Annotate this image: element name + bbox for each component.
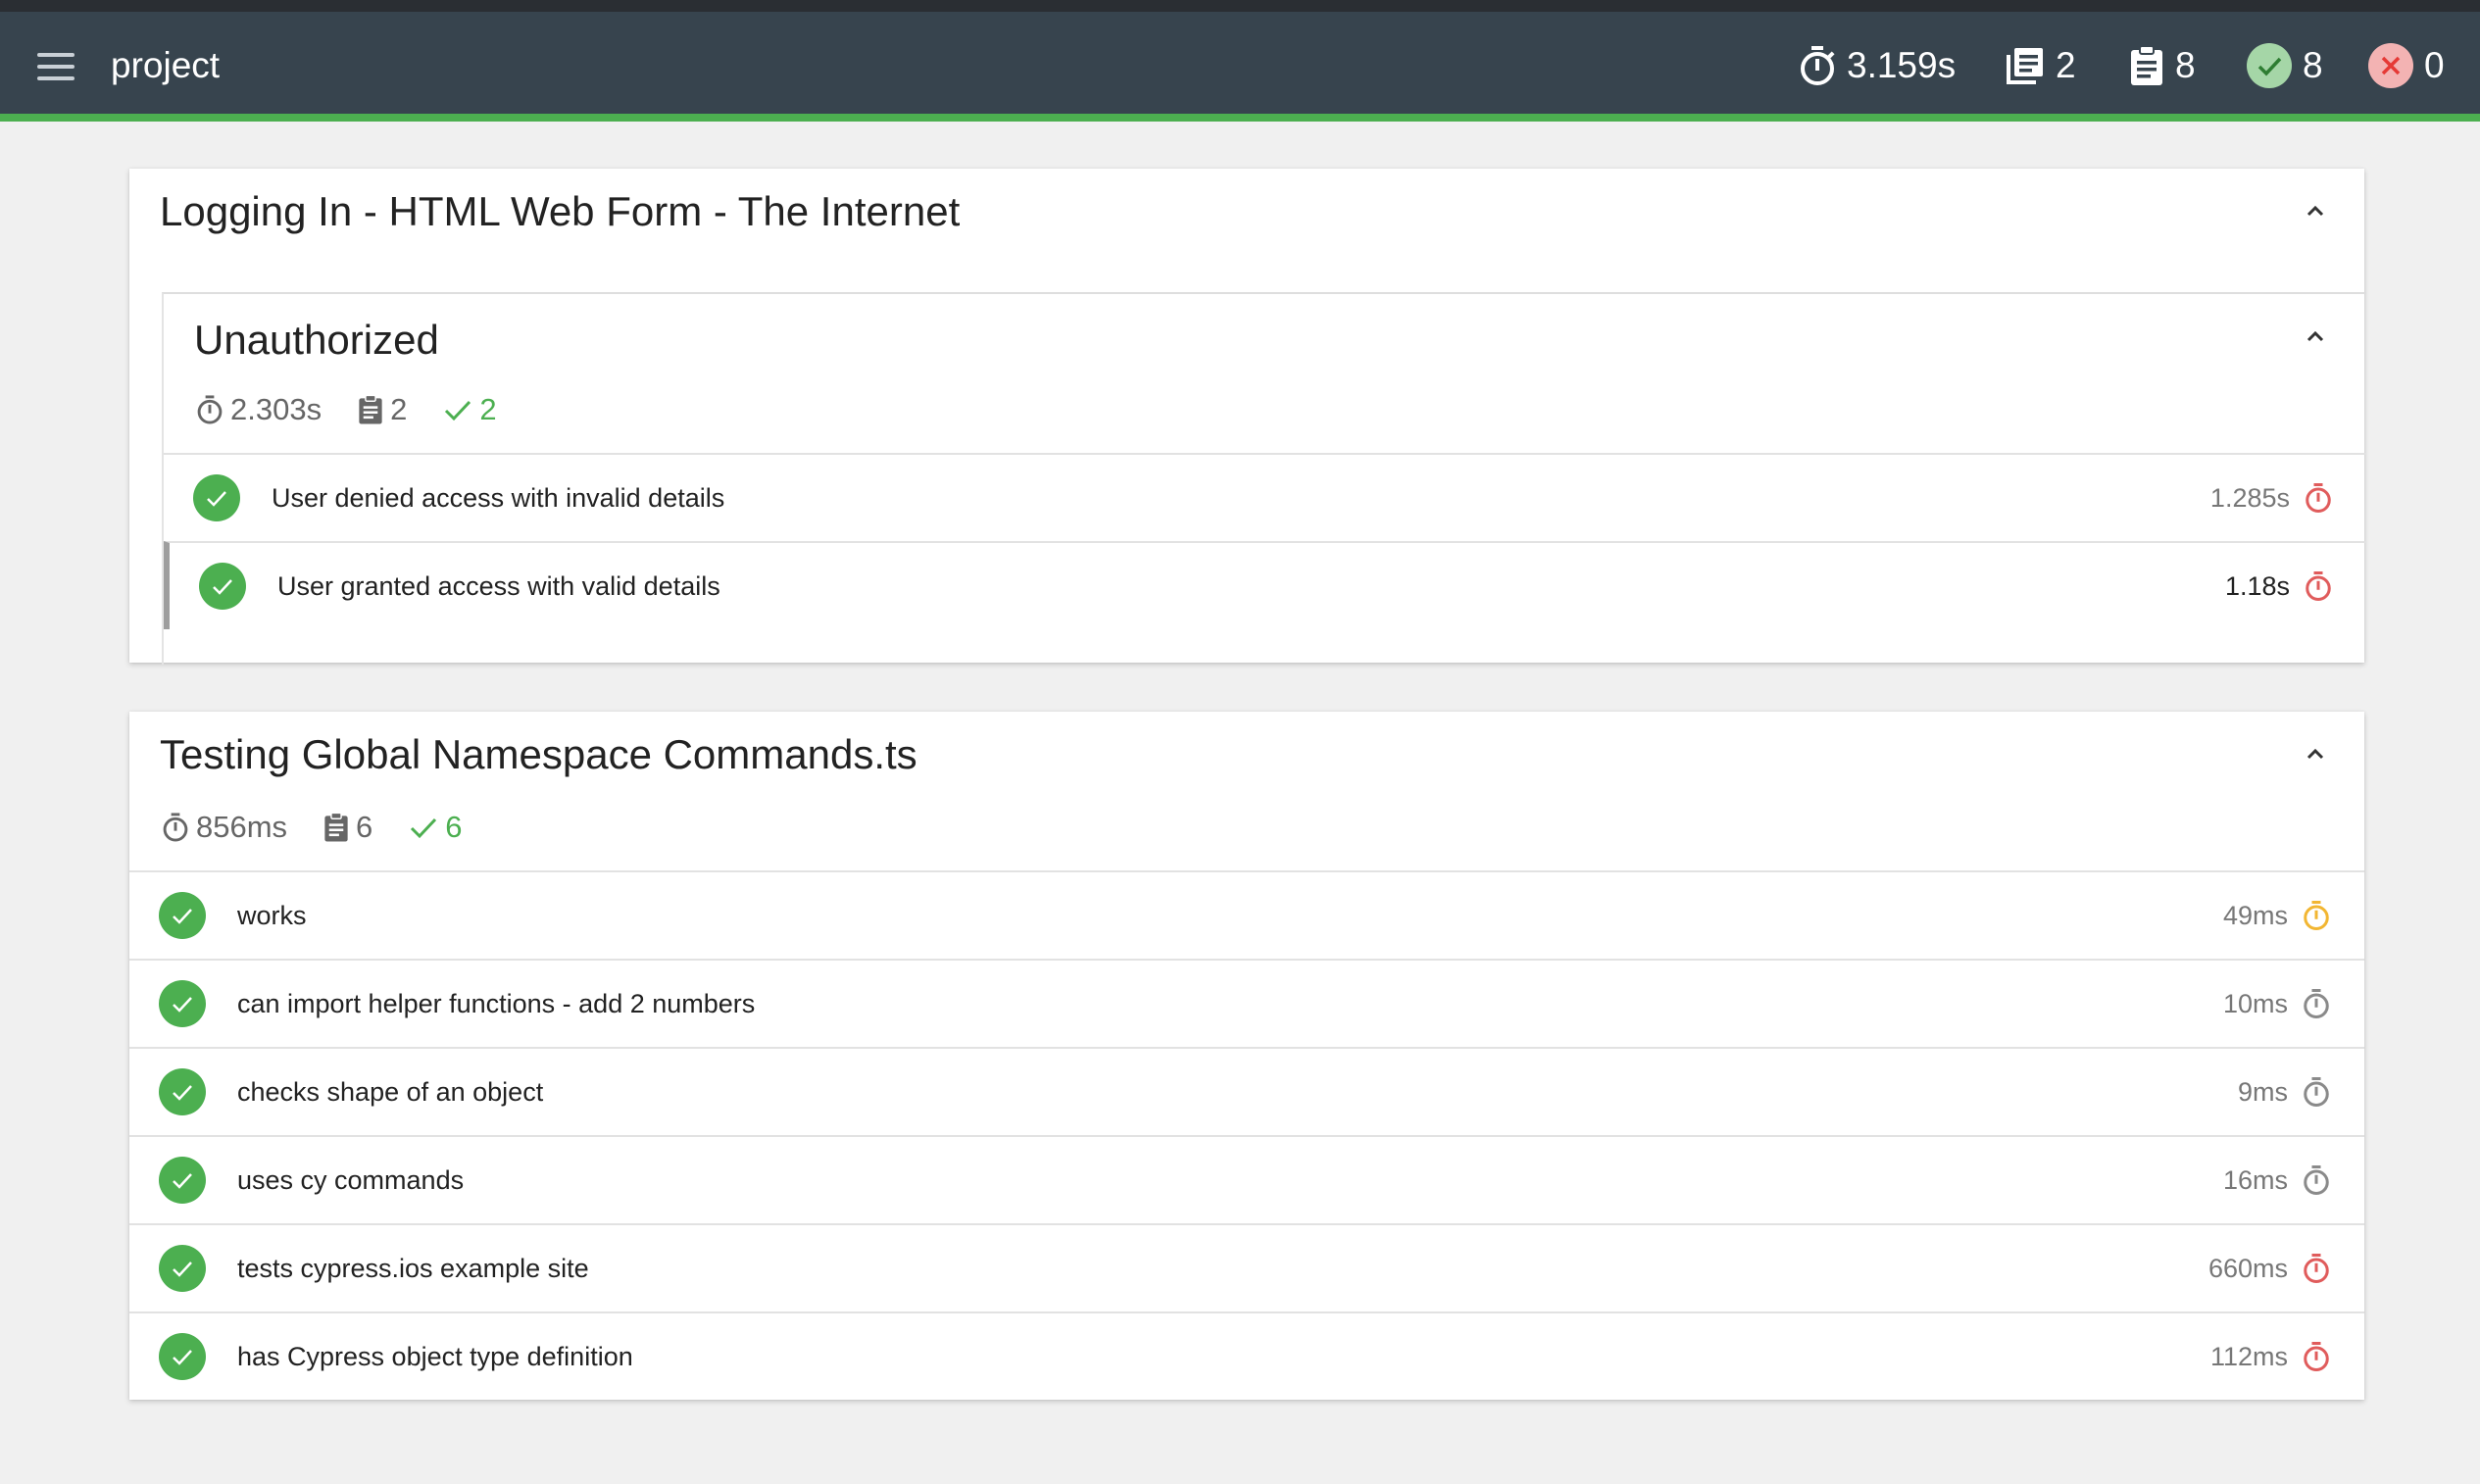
test-row[interactable]: tests cypress.ios example site 660ms xyxy=(129,1223,2364,1311)
suite-meta: 856ms 6 6 xyxy=(161,810,498,845)
test-row[interactable]: checks shape of an object 9ms xyxy=(129,1047,2364,1135)
meta-tests-value: 6 xyxy=(356,810,373,844)
test-row[interactable]: uses cy commands 16ms xyxy=(129,1135,2364,1223)
stat-failed[interactable]: 0 xyxy=(2367,41,2445,90)
meta-duration-value: 856ms xyxy=(196,810,288,844)
meta-tests-value: 2 xyxy=(390,392,408,426)
check-circle-icon xyxy=(159,1157,206,1204)
meta-duration-value: 2.303s xyxy=(230,392,322,426)
stopwatch-icon xyxy=(1801,46,1835,85)
test-row[interactable]: has Cypress object type definition 112ms xyxy=(129,1311,2364,1400)
stat-duration-value: 3.159s xyxy=(1847,45,1957,85)
test-name: can import helper functions - add 2 numb… xyxy=(237,989,756,1018)
stopwatch-icon xyxy=(197,395,223,424)
stopwatch-icon xyxy=(2306,571,2331,601)
meta-duration: 2.303s xyxy=(195,392,322,427)
meta-passed: 6 xyxy=(408,810,463,845)
test-duration: 49ms xyxy=(2222,901,2288,930)
check-circle-icon xyxy=(199,563,246,610)
report-navbar: project 3.159s 2 8 8 0 xyxy=(0,12,2480,122)
test-name: checks shape of an object xyxy=(237,1077,544,1107)
test-duration: 660ms xyxy=(2207,1254,2288,1283)
menu-icon[interactable] xyxy=(37,53,74,80)
clipboard-icon xyxy=(359,394,382,424)
report-title: project xyxy=(111,45,221,85)
chevron-up-icon[interactable] xyxy=(2298,194,2333,229)
check-circle-icon xyxy=(159,1068,206,1115)
x-circle-icon xyxy=(2368,43,2413,88)
stopwatch-icon xyxy=(2304,1254,2329,1283)
test-row-selected[interactable]: User granted access with valid details 1… xyxy=(164,541,2366,629)
meta-duration: 856ms xyxy=(161,810,287,845)
check-circle-icon xyxy=(159,980,206,1027)
test-duration: 112ms xyxy=(2209,1342,2288,1371)
stopwatch-icon xyxy=(2304,1342,2329,1371)
stopwatch-icon xyxy=(2304,901,2329,930)
check-circle-icon xyxy=(159,1333,206,1380)
test-name: uses cy commands xyxy=(237,1165,465,1195)
test-name: tests cypress.ios example site xyxy=(237,1254,589,1283)
stat-suites: 2 xyxy=(2005,41,2076,90)
stat-passed[interactable]: 8 xyxy=(2246,41,2323,90)
chevron-up-icon[interactable] xyxy=(2298,737,2333,772)
test-name: works xyxy=(237,901,307,930)
test-row[interactable]: User denied access with invalid details … xyxy=(164,453,2366,541)
stat-passed-value: 8 xyxy=(2303,45,2323,85)
test-duration: 10ms xyxy=(2222,989,2288,1018)
subsuite-unauthorized: Unauthorized 2.303s 2 2 User denied acce… xyxy=(162,292,2366,665)
meta-tests: 2 xyxy=(357,392,407,427)
check-circle-icon xyxy=(193,474,240,521)
stat-tests-value: 8 xyxy=(2175,45,2196,85)
window-top-strip xyxy=(0,0,2480,12)
subsuite-title: Unauthorized xyxy=(194,317,439,363)
stopwatch-icon xyxy=(2306,483,2331,513)
subsuite-meta: 2.303s 2 2 xyxy=(195,392,532,427)
test-row[interactable]: can import helper functions - add 2 numb… xyxy=(129,959,2364,1047)
test-duration: 9ms xyxy=(2237,1077,2288,1107)
stat-tests: 8 xyxy=(2128,41,2196,90)
test-name: User denied access with invalid details xyxy=(272,483,725,513)
check-icon xyxy=(445,400,471,421)
stopwatch-icon xyxy=(2304,989,2329,1018)
clipboard-icon xyxy=(2131,45,2162,85)
test-duration: 1.285s xyxy=(2209,483,2290,513)
test-duration: 1.18s xyxy=(2224,571,2290,601)
suite-card-logging-in: Logging In - HTML Web Form - The Interne… xyxy=(129,169,2366,665)
stopwatch-icon xyxy=(163,813,188,842)
meta-passed-value: 2 xyxy=(479,392,497,426)
test-name: has Cypress object type definition xyxy=(237,1342,633,1371)
test-row[interactable]: works 49ms xyxy=(129,870,2364,959)
stopwatch-icon xyxy=(2304,1077,2329,1107)
test-name: User granted access with valid details xyxy=(277,571,720,601)
test-duration: 16ms xyxy=(2222,1165,2288,1195)
clipboard-icon xyxy=(324,812,348,842)
check-icon xyxy=(411,817,437,839)
chevron-up-icon[interactable] xyxy=(2298,320,2333,355)
suites-icon xyxy=(2007,48,2043,84)
suite-title: Logging In - HTML Web Form - The Interne… xyxy=(160,188,961,234)
suite-title: Testing Global Namespace Commands.ts xyxy=(160,731,918,777)
stat-failed-value: 0 xyxy=(2424,45,2445,85)
suite-card-global-namespace: Testing Global Namespace Commands.ts 856… xyxy=(129,712,2364,1400)
check-circle-icon xyxy=(159,1245,206,1292)
meta-tests: 6 xyxy=(322,810,372,845)
check-circle-icon xyxy=(2247,43,2292,88)
stat-duration: 3.159s xyxy=(1798,41,1956,90)
stat-suites-value: 2 xyxy=(2056,45,2076,85)
stopwatch-icon xyxy=(2304,1165,2329,1195)
meta-passed: 2 xyxy=(442,392,497,427)
meta-passed-value: 6 xyxy=(445,810,463,844)
check-circle-icon xyxy=(159,892,206,939)
